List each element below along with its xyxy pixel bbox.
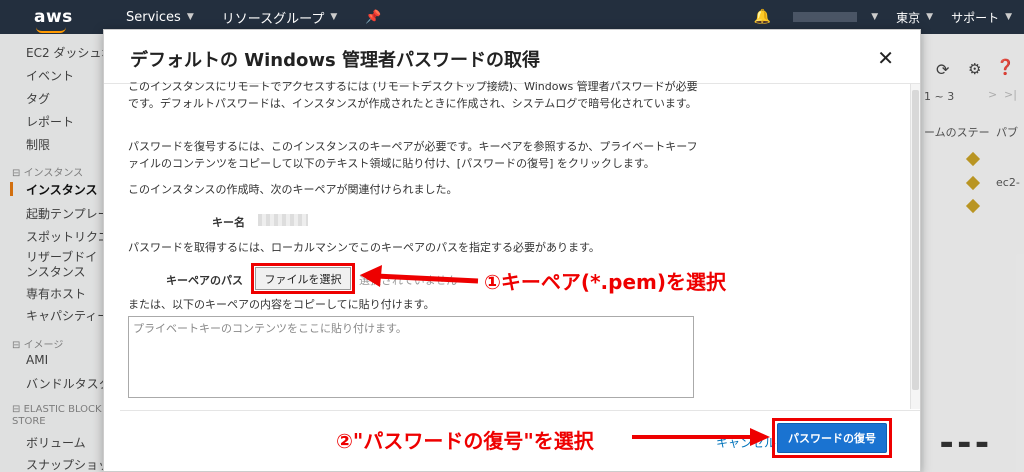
no-file-selected-text: 選択されていません [359,274,458,287]
cancel-link[interactable]: キャンセル [716,434,776,451]
resource-groups-label: リソースグループ [221,11,325,27]
dialog-footer [120,410,920,411]
aws-logo[interactable]: aws [0,6,110,33]
chevron-down-icon: ▼ [1005,12,1012,22]
support-menu[interactable]: サポート ▼ [951,9,1012,26]
region-label: 東京 [896,10,921,25]
key-path-instructions: パスワードを取得するには、ローカルマシンでこのキーペアのパスを指定する必要があり… [128,241,600,254]
scrollbar-thumb[interactable] [912,90,919,390]
chevron-down-icon: ▼ [330,12,338,22]
key-pair-path-label: キーペアのパス [166,274,243,287]
annotation-step-1: ①キーペア(*.pem)を選択 [484,270,726,294]
choose-file-highlight [251,263,355,294]
dialog-header: デフォルトの Windows 管理者パスワードの取得 ✕ [104,30,920,84]
key-name-value-blurred [258,214,308,226]
key-name-label: キー名 [212,216,245,229]
logo-text: aws [34,6,73,27]
aws-smile-icon [36,27,66,33]
chevron-down-icon: ▼ [871,12,879,22]
paste-instructions: または、以下のキーペアの内容をコピーしてに貼り付けます。 [128,298,435,311]
services-label: Services [126,9,181,25]
scrollbar[interactable] [910,84,920,409]
decrypt-instructions: パスワードを復号するには、このインスタンスのキーペアが必要です。キーペアを参照す… [128,140,698,170]
dialog-title: デフォルトの Windows 管理者パスワードの取得 [130,50,540,71]
pin-icon[interactable]: 📌 [365,10,381,25]
bell-icon[interactable]: 🔔 [754,9,771,25]
chevron-down-icon: ▼ [186,12,194,22]
support-label: サポート [951,10,1000,25]
get-windows-password-dialog: デフォルトの Windows 管理者パスワードの取得 ✕ このインスタンスにリモ… [103,29,921,472]
region-menu[interactable]: 東京 ▼ [896,9,933,26]
chevron-down-icon: ▼ [926,12,934,22]
account-name-blurred[interactable] [793,12,858,22]
private-key-textarea[interactable] [128,316,694,398]
close-icon[interactable]: ✕ [877,46,894,70]
decrypt-password-button[interactable]: パスワードの復号 [777,423,887,453]
intro-paragraph: このインスタンスにリモートでアクセスするには (リモートデスクトップ接続)、Wi… [128,80,698,110]
resource-groups-menu[interactable]: リソースグループ ▼ [222,8,338,27]
key-association-text: このインスタンスの作成時、次のキーペアが関連付けられました。 [128,183,458,196]
annotation-step-2: ②"パスワードの復号"を選択 [336,429,594,453]
services-menu[interactable]: Services ▼ [126,10,194,25]
